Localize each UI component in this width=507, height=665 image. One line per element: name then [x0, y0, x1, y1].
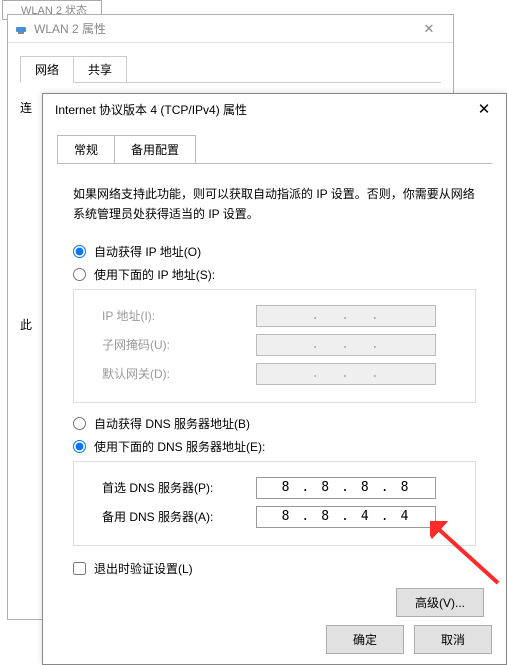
radio-manual-dns-label: 使用下面的 DNS 服务器地址(E): [94, 438, 265, 455]
gateway-input: ... [256, 363, 436, 385]
field-mask-label: 子网掩码(U): [102, 336, 256, 353]
field-dns2-row: 备用 DNS 服务器(A): 8. 8. 4. 4 [102, 506, 465, 528]
validate-on-exit-label: 退出时验证设置(L) [94, 560, 193, 577]
close-icon[interactable]: ✕ [411, 21, 447, 37]
validate-on-exit-checkbox[interactable] [73, 562, 86, 575]
radio-auto-ip[interactable]: 自动获得 IP 地址(O) [73, 243, 476, 260]
ipv4-tabs: 常规 备用配置 [43, 124, 506, 163]
radio-manual-ip-input[interactable] [73, 268, 86, 281]
dialog-footer: 确定 取消 [326, 625, 492, 654]
tab-general[interactable]: 常规 [57, 135, 115, 164]
wlan-properties-tabs: 网络 共享 [8, 43, 453, 82]
tab-alt-config[interactable]: 备用配置 [115, 135, 196, 164]
field-ip-label: IP 地址(I): [102, 307, 256, 324]
radio-manual-ip-label: 使用下面的 IP 地址(S): [94, 266, 215, 283]
tab-network[interactable]: 网络 [20, 56, 74, 83]
advanced-button[interactable]: 高级(V)... [396, 588, 484, 617]
radio-auto-dns-label: 自动获得 DNS 服务器地址(B) [94, 415, 250, 432]
radio-auto-dns[interactable]: 自动获得 DNS 服务器地址(B) [73, 415, 476, 432]
subnet-mask-input: ... [256, 334, 436, 356]
ipv4-body: 如果网络支持此功能，则可以获取自动指派的 IP 设置。否则，你需要从网络系统管理… [57, 163, 492, 631]
field-mask-row: 子网掩码(U): ... [102, 334, 465, 356]
alternate-dns-input[interactable]: 8. 8. 4. 4 [256, 506, 436, 528]
validate-on-exit-row[interactable]: 退出时验证设置(L) [73, 560, 482, 577]
radio-auto-ip-input[interactable] [73, 245, 86, 258]
field-dns1-row: 首选 DNS 服务器(P): 8. 8. 8. 8 [102, 477, 465, 499]
ok-button[interactable]: 确定 [326, 625, 404, 654]
radio-manual-ip[interactable]: 使用下面的 IP 地址(S): [73, 266, 476, 283]
field-dns1-label: 首选 DNS 服务器(P): [102, 479, 256, 496]
ip-address-group: 自动获得 IP 地址(O) 使用下面的 IP 地址(S): IP 地址(I): … [67, 243, 482, 546]
cancel-button[interactable]: 取消 [414, 625, 492, 654]
description-text: 如果网络支持此功能，则可以获取自动指派的 IP 设置。否则，你需要从网络系统管理… [63, 184, 486, 225]
close-icon[interactable]: ✕ [464, 100, 504, 118]
preferred-dns-input[interactable]: 8. 8. 8. 8 [256, 477, 436, 499]
radio-manual-dns[interactable]: 使用下面的 DNS 服务器地址(E): [73, 438, 476, 455]
field-ip-row: IP 地址(I): ... [102, 305, 465, 327]
radio-auto-ip-label: 自动获得 IP 地址(O) [94, 243, 201, 260]
ipv4-title: Internet 协议版本 4 (TCP/IPv4) 属性 [55, 101, 464, 118]
radio-manual-dns-input[interactable] [73, 440, 86, 453]
ipv4-properties-dialog: Internet 协议版本 4 (TCP/IPv4) 属性 ✕ 常规 备用配置 … [42, 93, 507, 665]
field-gateway-label: 默认网关(D): [102, 365, 256, 382]
ip-address-input: ... [256, 305, 436, 327]
field-gateway-row: 默认网关(D): ... [102, 363, 465, 385]
wlan-properties-title: WLAN 2 属性 [34, 20, 411, 37]
network-adapter-icon [14, 22, 28, 36]
wlan-properties-titlebar: WLAN 2 属性 ✕ [8, 15, 453, 43]
field-dns2-label: 备用 DNS 服务器(A): [102, 508, 256, 525]
radio-auto-dns-input[interactable] [73, 417, 86, 430]
ipv4-titlebar: Internet 协议版本 4 (TCP/IPv4) 属性 ✕ [43, 94, 506, 124]
tab-sharing[interactable]: 共享 [74, 56, 127, 83]
